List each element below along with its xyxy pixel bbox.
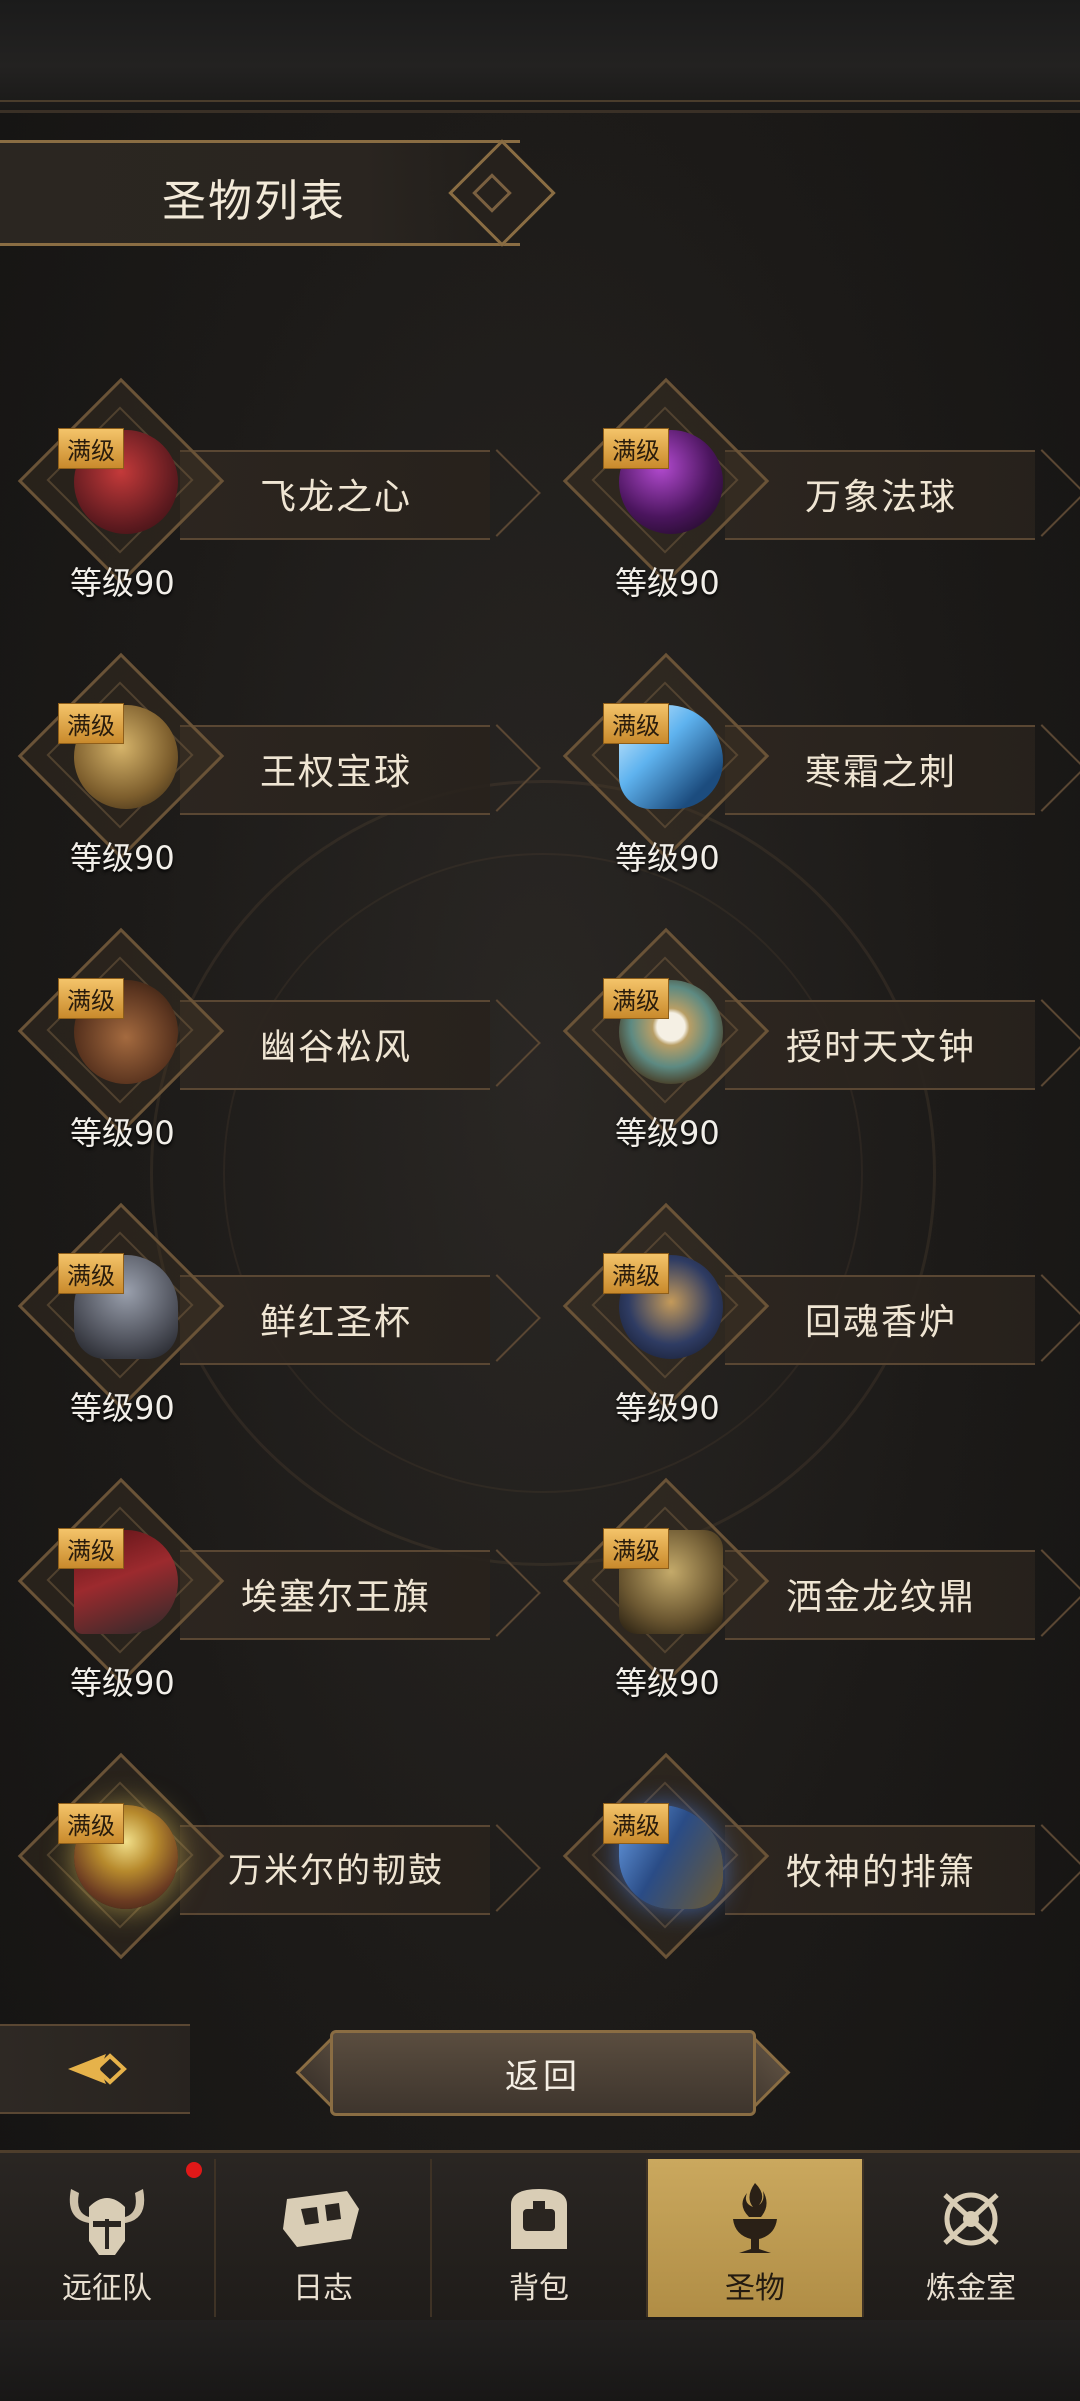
max-level-badge: 满级 — [603, 428, 669, 469]
nav-item-relics[interactable]: 圣物 — [648, 2159, 864, 2317]
max-level-badge: 满级 — [58, 1528, 124, 1569]
alchemy-icon — [943, 2192, 999, 2246]
flame-chalice-icon — [733, 2183, 777, 2253]
scroll-map-icon — [283, 2191, 359, 2247]
relic-name: 鲜红圣杯 — [259, 1302, 412, 1343]
relic-name: 幽谷松风 — [259, 1027, 412, 1068]
relic-card[interactable]: 满级 埃塞尔王旗 等级90 — [10, 1477, 541, 1710]
relic-level: 等级90 — [70, 839, 175, 877]
relic-card[interactable]: 满级 鲜红圣杯 等级90 — [10, 1202, 541, 1435]
relic-level: 等级90 — [70, 1664, 175, 1702]
nav-item-alchemy[interactable]: 炼金室 — [864, 2159, 1078, 2317]
relic-name: 埃塞尔王旗 — [240, 1577, 431, 1618]
nav-label: 日志 — [293, 2271, 353, 2306]
relic-level: 等级90 — [70, 1389, 175, 1427]
arrow-left-icon — [68, 2053, 127, 2085]
nav-item-journal[interactable]: 日志 — [216, 2159, 432, 2317]
relic-grid: 满级 飞龙之心 等级90 满级 万象法球 等级90 满级 王权宝球 等级90 满… — [0, 377, 1080, 1960]
relic-card[interactable]: 满级 飞龙之心 等级90 — [10, 377, 541, 610]
top-frame — [0, 0, 1080, 113]
title-banner: 圣物列表 — [0, 139, 556, 247]
bottom-frame — [0, 2320, 1080, 2401]
max-level-badge: 满级 — [58, 1803, 124, 1844]
max-level-badge: 满级 — [603, 703, 669, 744]
relic-name: 万象法球 — [804, 477, 957, 518]
nav-label: 远征队 — [62, 2271, 152, 2306]
relic-level: 等级90 — [615, 1389, 720, 1427]
relic-level: 等级90 — [70, 564, 175, 602]
page-title: 圣物列表 — [162, 176, 346, 227]
max-level-badge: 满级 — [603, 1253, 669, 1294]
relic-level: 等级90 — [615, 1114, 720, 1152]
horned-helmet-icon — [69, 2189, 145, 2255]
relic-name: 万米尔的韧鼓 — [228, 1851, 444, 1891]
max-level-badge: 满级 — [603, 978, 669, 1019]
relic-card[interactable]: 满级 牧神的排箫 — [555, 1752, 1080, 1960]
max-level-badge: 满级 — [58, 428, 124, 469]
relic-card[interactable]: 满级 万象法球 等级90 — [555, 377, 1080, 610]
relic-card[interactable]: 满级 幽谷松风 等级90 — [10, 927, 541, 1160]
relic-level: 等级90 — [615, 839, 720, 877]
nav-label: 炼金室 — [926, 2271, 1016, 2306]
bottom-nav: 远征队 日志 背包 圣物 炼金室 — [0, 2150, 1080, 2326]
nav-label: 圣物 — [725, 2271, 785, 2306]
relic-card[interactable]: 满级 寒霜之刺 等级90 — [555, 652, 1080, 885]
nav-item-backpack[interactable]: 背包 — [432, 2159, 648, 2317]
relic-card[interactable]: 满级 授时天文钟 等级90 — [555, 927, 1080, 1160]
max-level-badge: 满级 — [603, 1528, 669, 1569]
relic-name: 寒霜之刺 — [804, 752, 957, 793]
max-level-badge: 满级 — [58, 978, 124, 1019]
backpack-icon — [511, 2189, 567, 2249]
nav-label: 背包 — [509, 2271, 569, 2306]
relic-level: 等级90 — [615, 1664, 720, 1702]
max-level-badge: 满级 — [58, 1253, 124, 1294]
relic-card[interactable]: 满级 洒金龙纹鼎 等级90 — [555, 1477, 1080, 1710]
relic-name: 牧神的排箫 — [785, 1852, 976, 1893]
relic-name: 洒金龙纹鼎 — [785, 1577, 976, 1618]
relic-card[interactable]: 满级 万米尔的韧鼓 — [10, 1752, 541, 1960]
relic-level: 等级90 — [70, 1114, 175, 1152]
relic-name: 授时天文钟 — [785, 1027, 976, 1068]
max-level-badge: 满级 — [603, 1803, 669, 1844]
nav-item-expedition[interactable]: 远征队 — [0, 2159, 216, 2317]
relic-card[interactable]: 满级 回魂香炉 等级90 — [555, 1202, 1080, 1435]
action-bar: 返回 — [0, 2010, 1080, 2120]
back-arrow-button[interactable] — [0, 2024, 190, 2114]
relic-name: 王权宝球 — [259, 752, 412, 793]
max-level-badge: 满级 — [58, 703, 124, 744]
relic-name: 回魂香炉 — [804, 1302, 957, 1343]
relic-card[interactable]: 满级 王权宝球 等级90 — [10, 652, 541, 885]
notification-dot — [186, 2162, 202, 2178]
return-button[interactable]: 返回 — [330, 2030, 756, 2116]
relic-name: 飞龙之心 — [259, 477, 412, 518]
relic-level: 等级90 — [615, 564, 720, 602]
